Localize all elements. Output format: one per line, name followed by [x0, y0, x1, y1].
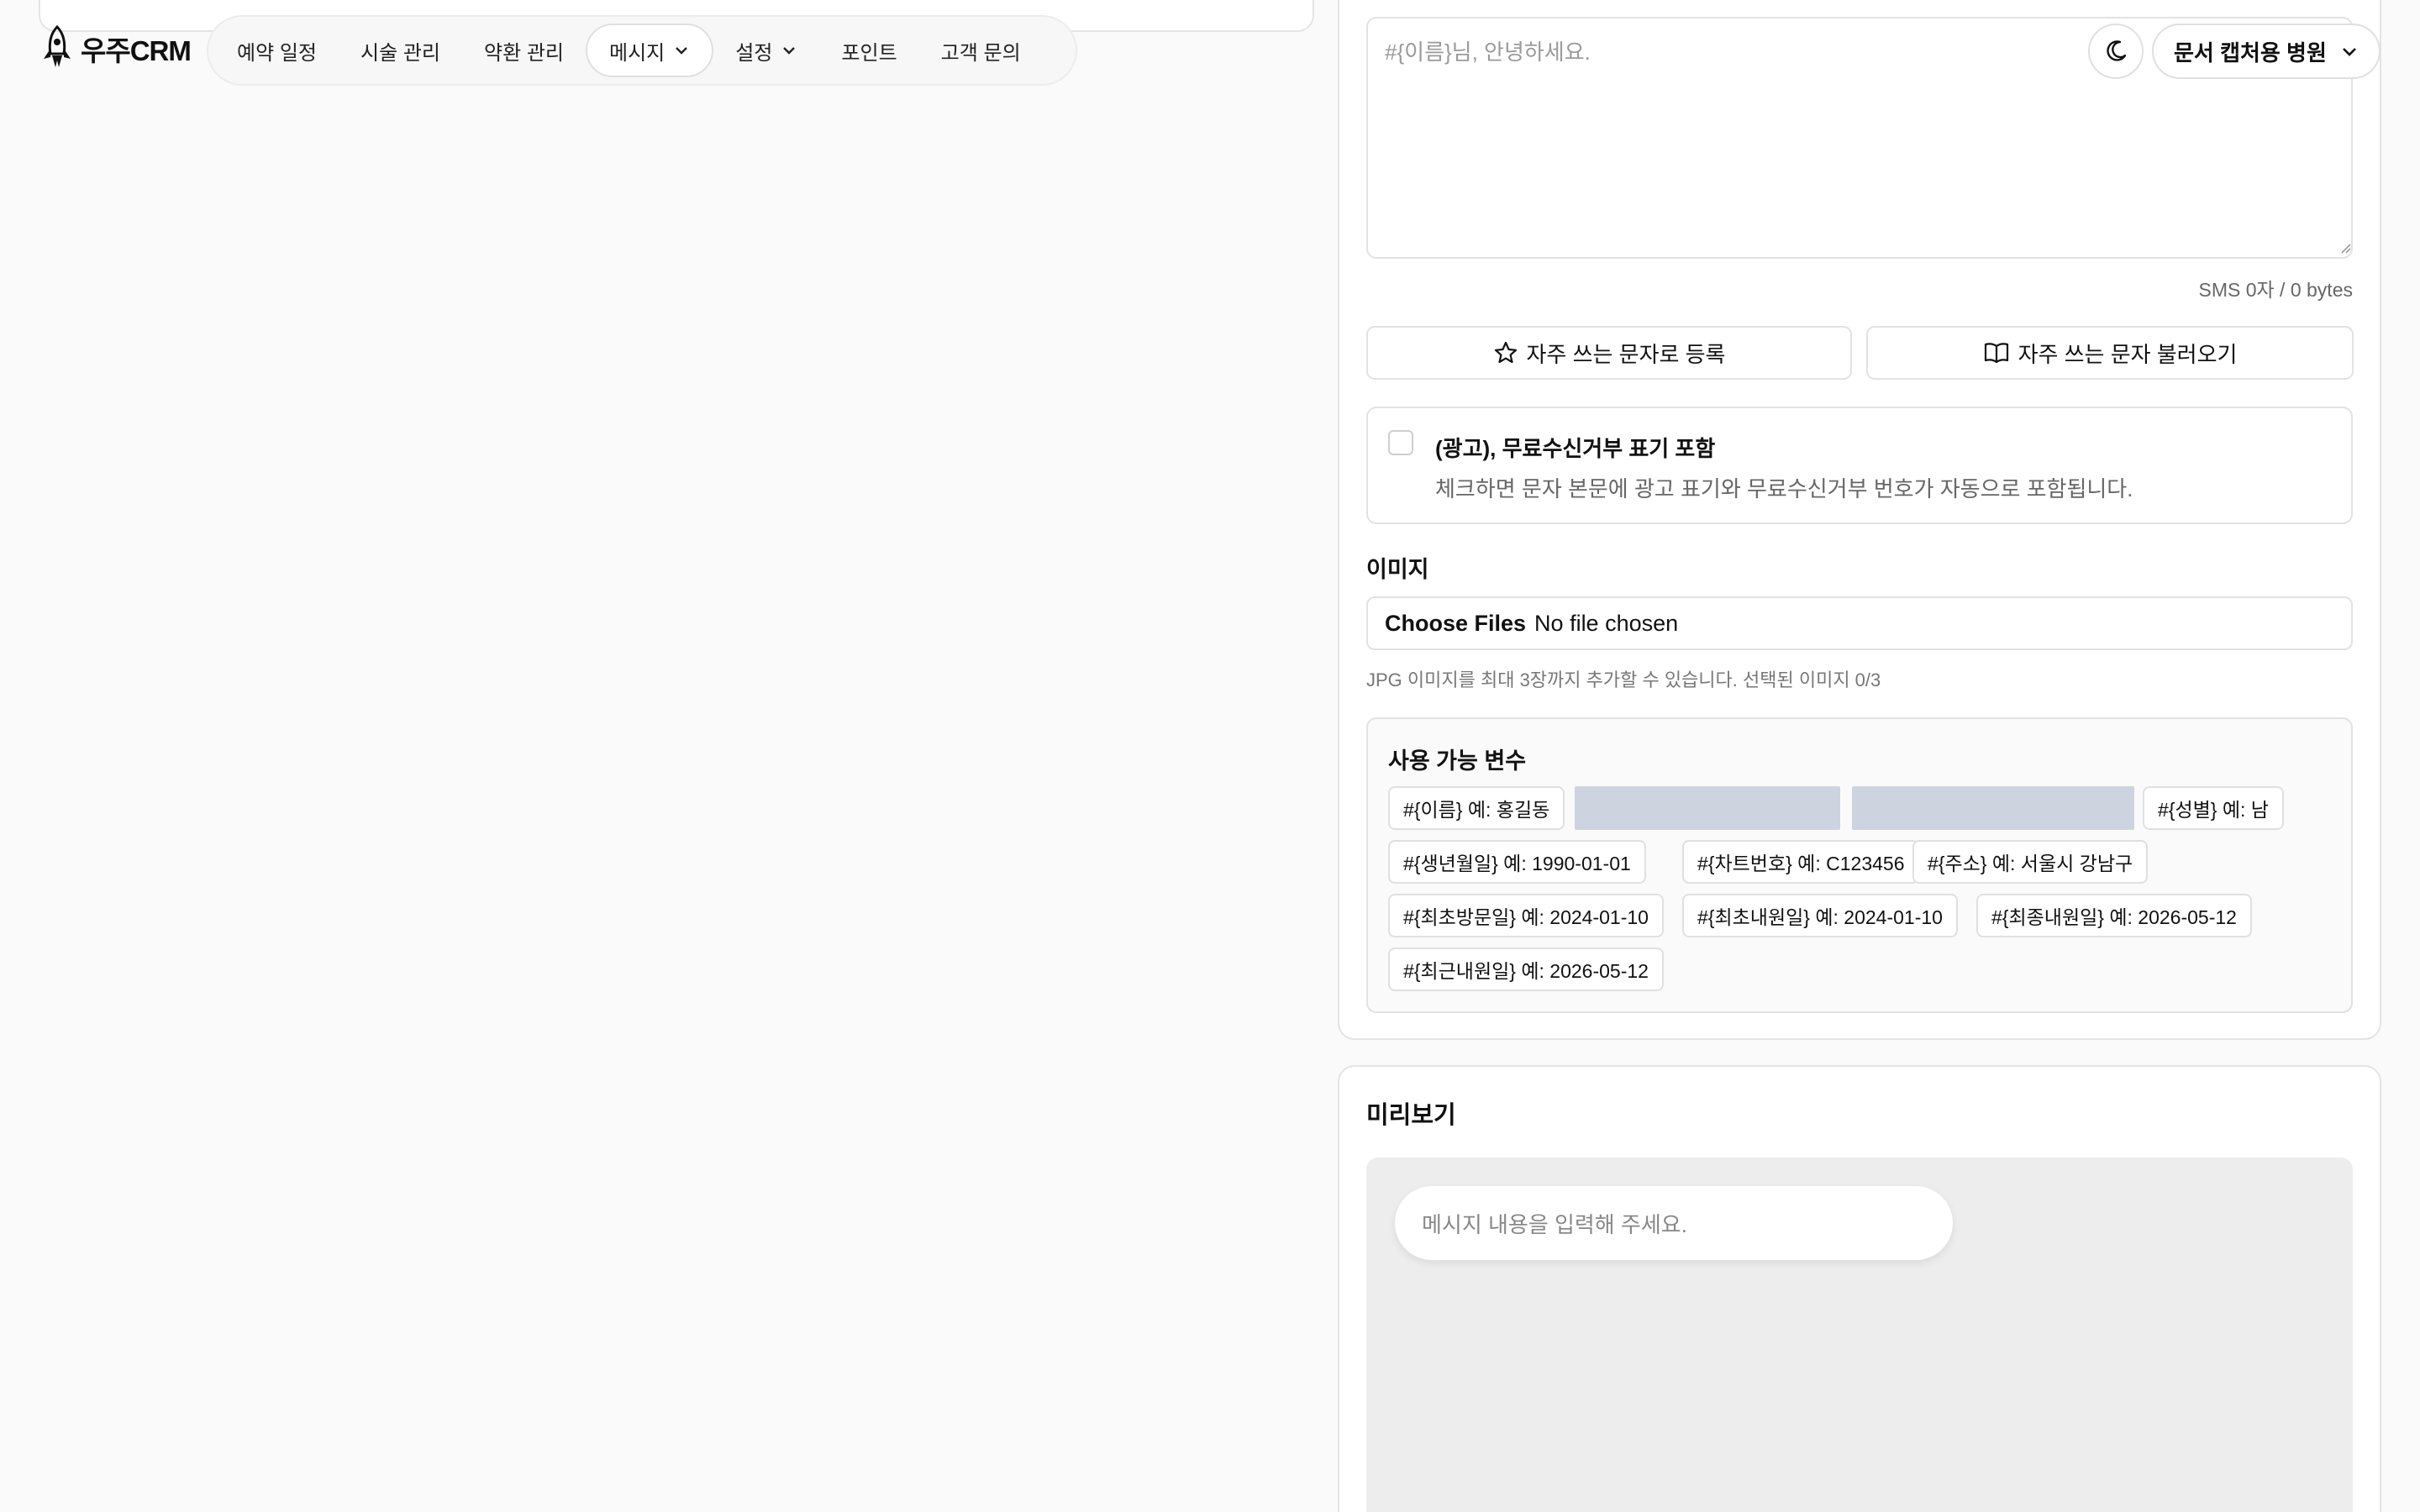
- ad-option-box: (광고), 무료수신거부 표기 포함 체크하면 문자 본문에 광고 표기와 무료…: [1366, 407, 2353, 524]
- nav-item-support[interactable]: 고객 문의: [919, 24, 1043, 77]
- main-nav: 예약 일정 시술 관리 약환 관리 메시지 설정 포인트 고객 문의: [207, 15, 1077, 86]
- chevron-down-icon: [2343, 48, 2356, 56]
- nav-item-points[interactable]: 포인트: [819, 24, 918, 77]
- nav-item-settings[interactable]: 설정: [713, 24, 819, 77]
- variable-chip[interactable]: #{성별} 예: 남: [2143, 786, 2284, 830]
- app-logo[interactable]: 우주CRM: [39, 25, 192, 72]
- chevron-down-icon: [783, 47, 796, 55]
- image-hint: JPG 이미지를 최대 3장까지 추가할 수 있습니다. 선택된 이미지 0/3: [1366, 669, 1881, 690]
- nav-label: 설정: [735, 41, 773, 65]
- clinic-select-value: 문서 캡처용 병원: [2174, 39, 2327, 66]
- nav-item-reservations[interactable]: 예약 일정: [215, 24, 339, 77]
- preview-title: 미리보기: [1366, 1102, 1456, 1129]
- preview-message-bubble: 메시지 내용을 입력해 주세요.: [1395, 1186, 1953, 1260]
- register-label: 자주 쓰는 문자로 등록: [1526, 341, 1726, 367]
- nav-item-procedures[interactable]: 시술 관리: [339, 24, 462, 77]
- file-status: No file chosen: [1534, 610, 1679, 636]
- clinic-select[interactable]: 문서 캡처용 병원: [2152, 24, 2381, 79]
- load-label: 자주 쓰는 문자 불러오기: [2018, 341, 2238, 367]
- logo-text: 우주CRM: [81, 35, 192, 66]
- moon-icon: [2107, 40, 2127, 61]
- variable-chip[interactable]: #{최초방문일} 예: 2024-01-10: [1388, 894, 1664, 937]
- variable-chip[interactable]: #{최초내원일} 예: 2024-01-10: [1682, 894, 1958, 937]
- variables-title: 사용 가능 변수: [1388, 748, 1527, 774]
- load-frequent-message-button[interactable]: 자주 쓰는 문자 불러오기: [1866, 326, 2354, 380]
- variable-chip[interactable]: #{최종내원일} 예: 2026-05-12: [1976, 894, 2252, 937]
- choose-files-button[interactable]: Choose Files: [1385, 611, 1526, 637]
- variable-chip[interactable]: #{주소} 예: 서울시 강남구: [1912, 840, 2149, 884]
- nav-item-messages[interactable]: 메시지: [586, 24, 714, 77]
- sms-counter: SMS 0자 / 0 bytes: [2198, 279, 2353, 301]
- nav-item-prescriptions[interactable]: 약환 관리: [462, 24, 586, 77]
- nav-label: 메시지: [609, 41, 666, 65]
- chevron-down-icon: [676, 47, 688, 55]
- image-label: 이미지: [1366, 557, 1429, 582]
- variable-chip[interactable]: #{최근내원일} 예: 2026-05-12: [1388, 948, 1664, 991]
- nav-label: 포인트: [841, 41, 897, 65]
- nav-label: 약환 관리: [484, 41, 564, 65]
- theme-toggle-button[interactable]: [2088, 24, 2144, 79]
- rocket-icon: [44, 25, 71, 67]
- variable-chip[interactable]: #{이름} 예: 홍길동: [1388, 786, 1565, 830]
- nav-label: 시술 관리: [360, 41, 440, 65]
- variables-box: 사용 가능 변수 #{이름} 예: 홍길동 #{성별} 예: 남 #{생년월일}…: [1366, 717, 2353, 1013]
- variable-chip[interactable]: #{생년월일} 예: 1990-01-01: [1388, 840, 1646, 884]
- book-open-icon: [1984, 343, 2008, 364]
- redacted-chip: [1575, 786, 1840, 830]
- image-file-input[interactable]: Choose Files No file chosen: [1366, 596, 2353, 650]
- ad-option-description: 체크하면 문자 본문에 광고 표기와 무료수신거부 번호가 자동으로 포함됩니다…: [1435, 476, 2133, 501]
- redacted-chip: [1852, 786, 2134, 830]
- nav-label: 고객 문의: [940, 41, 1021, 65]
- ad-checkbox[interactable]: [1388, 430, 1413, 455]
- variable-chip[interactable]: #{차트번호} 예: C123456: [1682, 840, 1920, 884]
- register-frequent-message-button[interactable]: 자주 쓰는 문자로 등록: [1366, 326, 1852, 380]
- nav-label: 예약 일정: [237, 41, 317, 65]
- star-icon: [1494, 341, 1517, 364]
- resize-grip-icon[interactable]: [2338, 240, 2351, 254]
- ad-option-title: (광고), 무료수신거부 표기 포함: [1435, 436, 1716, 461]
